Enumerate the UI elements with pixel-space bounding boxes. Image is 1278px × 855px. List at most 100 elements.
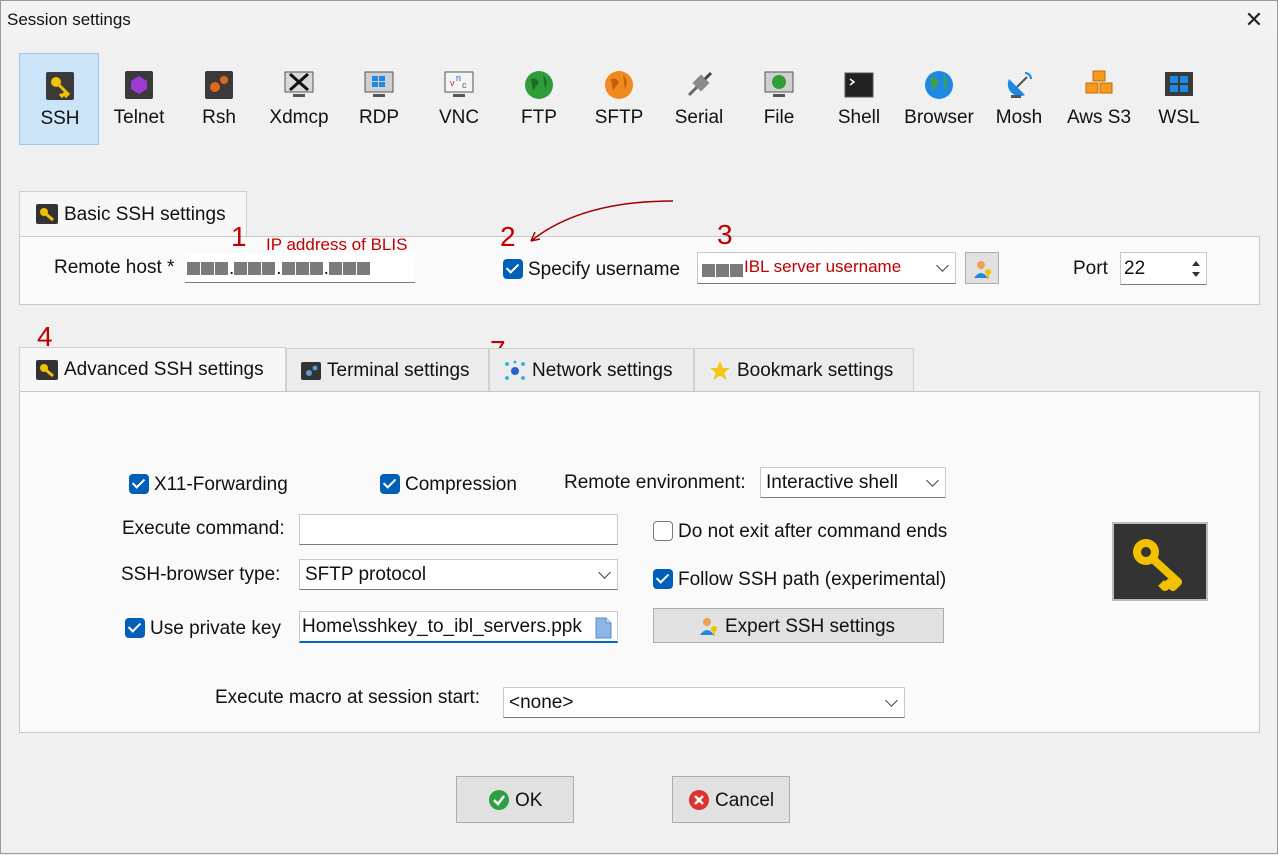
vnc-icon: v nc (444, 71, 474, 97)
rsh-icon (205, 71, 233, 99)
tab-basic-ssh-settings[interactable]: Basic SSH settings (19, 191, 247, 237)
session-type-label: Mosh (995, 107, 1043, 128)
session-type-xdmcp[interactable]: Xdmcp (259, 53, 339, 145)
use-private-key-label: Use private key (150, 618, 281, 639)
port-value: 22 (1124, 258, 1146, 279)
session-type-shell[interactable]: Shell (819, 53, 899, 145)
session-type-rdp[interactable]: RDP (339, 53, 419, 145)
advanced-settings-panel (19, 391, 1260, 733)
close-icon[interactable]: ✕ (1239, 5, 1269, 35)
x11-forwarding-checkbox[interactable] (129, 474, 149, 494)
session-type-label: SFTP (594, 107, 644, 128)
session-type-label: VNC (438, 107, 480, 128)
svg-text:c: c (462, 80, 467, 90)
svg-text:n: n (456, 73, 461, 83)
aws-s3-cubes-icon (1085, 70, 1113, 94)
cancel-x-circle-icon (689, 790, 709, 810)
wrench-key-icon (36, 360, 58, 380)
port-spinner[interactable]: 22 (1120, 252, 1207, 285)
session-type-sftp[interactable]: SFTP (579, 53, 659, 145)
ssh-browser-type-label: SSH-browser type: (121, 564, 281, 585)
ok-label: OK (515, 790, 543, 811)
x11-forwarding-label: X11-Forwarding (154, 474, 288, 495)
do-not-exit-label: Do not exit after command ends (678, 521, 948, 542)
ssh-browser-type-value: SFTP protocol (305, 564, 427, 585)
ssh-key-icon (46, 72, 74, 100)
browser-globe-icon (925, 71, 953, 99)
ftp-globe-icon (525, 71, 553, 99)
execute-macro-value: <none> (509, 692, 574, 713)
cancel-button[interactable]: Cancel (672, 776, 790, 823)
session-type-label: Xdmcp (269, 107, 329, 128)
network-nodes-icon (505, 360, 525, 380)
session-type-bar: SSH Telnet Rsh Xdmcp RDP vnc VNC FTP SFT (19, 53, 1239, 145)
svg-text:v: v (450, 78, 455, 88)
shell-terminal-icon (844, 72, 874, 98)
private-key-path-input[interactable]: Home\sshkey_to_ibl_servers.ppk (299, 611, 618, 643)
wrench-key-icon (36, 204, 58, 224)
session-type-mosh[interactable]: Mosh (979, 53, 1059, 145)
user-manager-button[interactable] (965, 252, 999, 284)
session-type-label: Shell (837, 107, 881, 128)
tab-bookmark-settings[interactable]: Bookmark settings (694, 348, 914, 391)
key-icon (1133, 539, 1182, 591)
rdp-icon (364, 71, 394, 97)
expert-ssh-settings-label: Expert SSH settings (725, 616, 896, 637)
session-type-ssh[interactable]: SSH (19, 53, 99, 145)
check-circle-icon (489, 790, 509, 810)
private-key-path-value: Home\sshkey_to_ibl_servers.ppk (302, 616, 582, 637)
remote-environment-label: Remote environment: (564, 472, 746, 493)
session-type-label: FTP (521, 107, 557, 128)
sftp-globe-icon (605, 71, 633, 99)
follow-ssh-path-checkbox[interactable] (653, 569, 673, 589)
execute-command-input[interactable] (299, 514, 618, 545)
session-type-label: Serial (674, 107, 724, 128)
expert-ssh-settings-button[interactable]: Expert SSH settings (653, 608, 944, 643)
annotation-number-1: 1 (231, 221, 247, 252)
tab-label: Advanced SSH settings (64, 359, 264, 380)
annotation-number-3: 3 (717, 219, 733, 250)
tab-network-settings[interactable]: Network settings (489, 348, 694, 391)
annotation-number-2: 2 (500, 221, 516, 252)
session-type-telnet[interactable]: Telnet (99, 53, 179, 145)
telnet-icon (125, 71, 153, 99)
use-private-key-checkbox[interactable] (125, 618, 145, 638)
file-browse-icon[interactable] (594, 617, 612, 639)
specify-username-checkbox[interactable] (503, 259, 523, 279)
compression-label: Compression (405, 474, 517, 495)
ssh-large-key-logo (1112, 522, 1208, 601)
tab-advanced-ssh-settings[interactable]: Advanced SSH settings (19, 347, 286, 392)
spinner-arrows-icon[interactable] (1191, 259, 1201, 279)
session-type-serial[interactable]: Serial (659, 53, 739, 145)
tab-terminal-settings[interactable]: Terminal settings (286, 348, 489, 391)
user-key-icon (974, 261, 991, 279)
remote-host-input[interactable]: ... (185, 253, 415, 283)
window-title: Session settings (7, 10, 131, 29)
chevron-down-icon (598, 566, 611, 579)
session-type-ftp[interactable]: FTP (499, 53, 579, 145)
tab-label: Basic SSH settings (64, 204, 226, 225)
compression-checkbox[interactable] (380, 474, 400, 494)
ssh-browser-type-select[interactable]: SFTP protocol (299, 559, 618, 590)
session-type-file[interactable]: File (739, 53, 819, 145)
follow-ssh-path-label: Follow SSH path (experimental) (678, 569, 947, 590)
session-type-vnc[interactable]: vnc VNC (419, 53, 499, 145)
chevron-down-icon (926, 474, 939, 487)
serial-plug-icon (687, 71, 713, 97)
session-type-label: Rsh (202, 107, 236, 128)
file-monitor-icon (764, 71, 794, 97)
session-type-browser[interactable]: Browser (899, 53, 979, 145)
remote-environment-value: Interactive shell (766, 472, 899, 493)
session-type-label: RDP (358, 107, 400, 128)
ok-button[interactable]: OK (456, 776, 574, 823)
terminal-gears-icon (301, 362, 321, 380)
wsl-windows-icon (1165, 72, 1193, 96)
session-type-rsh[interactable]: Rsh (179, 53, 259, 145)
remote-environment-select[interactable]: Interactive shell (760, 467, 946, 498)
annotation-username: IBL server username (744, 257, 902, 276)
session-type-aws-s3[interactable]: Aws S3 (1059, 53, 1139, 145)
do-not-exit-checkbox[interactable] (653, 521, 673, 541)
session-type-wsl[interactable]: WSL (1139, 53, 1219, 145)
execute-macro-select[interactable]: <none> (503, 687, 905, 718)
execute-command-label: Execute command: (122, 518, 285, 539)
